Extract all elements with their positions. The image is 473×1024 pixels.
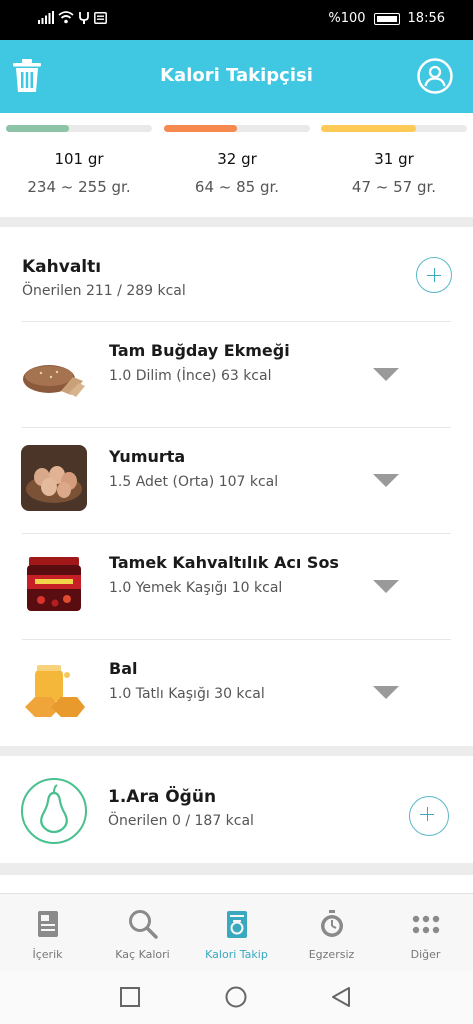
pear-icon xyxy=(21,778,87,844)
bread-icon xyxy=(21,339,87,405)
meal-recommended: Önerilen 0 / 187 kcal xyxy=(108,813,254,829)
food-detail: 1.0 Dilim (İnce) 63 kcal xyxy=(109,368,272,384)
meal-recommended: Önerilen 211 / 289 kcal xyxy=(22,283,186,299)
nav-label: Egzersiz xyxy=(308,948,355,961)
chevron-down-icon[interactable] xyxy=(373,474,399,487)
document-icon xyxy=(38,911,58,937)
macro-summary: 101 gr 234 ~ 255 gr. 32 gr 64 ~ 85 gr. 3… xyxy=(0,113,473,217)
macro-progress-bar xyxy=(164,125,310,132)
meal-header-breakfast: Kahvaltı Önerilen 211 / 289 kcal xyxy=(0,227,473,322)
nav-label: Kalori Takip xyxy=(205,948,268,961)
wifi-icon xyxy=(58,11,74,24)
section-divider xyxy=(0,746,473,756)
clock: 18:56 xyxy=(407,11,445,26)
macro-range: 47 ~ 57 gr. xyxy=(351,178,437,196)
food-detail: 1.5 Adet (Orta) 107 kcal xyxy=(109,474,279,490)
food-detail: 1.0 Tatlı Kaşığı 30 kcal xyxy=(109,686,265,702)
search-icon xyxy=(129,910,158,939)
section-divider xyxy=(0,863,473,875)
macro-progress-bar xyxy=(321,125,467,132)
nav-label: İçerik xyxy=(32,948,63,961)
battery-icon xyxy=(373,12,400,25)
chevron-down-icon[interactable] xyxy=(373,580,399,593)
section-divider xyxy=(0,217,473,227)
battery-percent: %100 xyxy=(328,11,366,26)
food-name: Tamek Kahvaltılık Acı Sos xyxy=(109,553,339,572)
nav-item-egzersiz[interactable]: Egzersiz xyxy=(284,894,379,972)
meal-header-snack: 1.Ara Öğün Önerilen 0 / 187 kcal xyxy=(0,757,473,863)
macro-value: 31 gr xyxy=(374,150,414,168)
macro-range: 234 ~ 255 gr. xyxy=(27,178,131,196)
bottom-navigation: İçerik Kaç Kalori Kalori Takip Egzersiz xyxy=(0,893,473,971)
system-navigation-bar xyxy=(0,971,473,1024)
food-name: Yumurta xyxy=(109,447,186,466)
add-food-button[interactable] xyxy=(409,796,449,836)
message-icon xyxy=(94,12,107,24)
macro-progress-bar xyxy=(6,125,152,132)
nav-item-kac-kalori[interactable]: Kaç Kalori xyxy=(95,894,190,972)
nav-label: Kaç Kalori xyxy=(115,948,170,961)
food-item[interactable]: Yumurta 1.5 Adet (Orta) 107 kcal xyxy=(0,428,473,534)
back-icon[interactable] xyxy=(331,986,351,1008)
page-title: Kalori Takipçisi xyxy=(160,65,313,86)
meal-name: Kahvaltı xyxy=(22,257,102,277)
status-icons xyxy=(38,11,107,24)
food-detail: 1.0 Yemek Kaşığı 10 kcal xyxy=(109,580,283,596)
food-item[interactable]: Bal 1.0 Tatlı Kaşığı 30 kcal xyxy=(0,640,473,746)
nav-item-kalori-takip[interactable]: Kalori Takip xyxy=(189,894,284,972)
chevron-down-icon[interactable] xyxy=(373,686,399,699)
signal-icon xyxy=(38,11,54,24)
chevron-down-icon[interactable] xyxy=(373,368,399,381)
meal-name: 1.Ara Öğün xyxy=(108,787,217,807)
scale-icon xyxy=(227,911,247,938)
macro-value: 32 gr xyxy=(217,150,257,168)
profile-icon[interactable] xyxy=(417,58,453,94)
sauce-jar-icon xyxy=(21,551,87,617)
food-item[interactable]: Tamek Kahvaltılık Acı Sos 1.0 Yemek Kaşı… xyxy=(0,534,473,640)
macro-value: 101 gr xyxy=(54,150,104,168)
macro-range: 64 ~ 85 gr. xyxy=(194,178,280,196)
home-icon[interactable] xyxy=(225,986,247,1008)
status-bar: %100 18:56 xyxy=(0,0,473,40)
egg-icon xyxy=(21,445,87,511)
add-food-button[interactable] xyxy=(416,257,452,293)
food-name: Bal xyxy=(109,659,138,678)
nav-item-icerik[interactable]: İçerik xyxy=(0,894,95,972)
food-item[interactable]: Tam Buğday Ekmeği 1.0 Dilim (İnce) 63 kc… xyxy=(0,322,473,428)
more-icon xyxy=(412,915,440,934)
nav-label: Diğer xyxy=(410,948,441,961)
notification-icon xyxy=(79,12,89,24)
nav-item-diger[interactable]: Diğer xyxy=(378,894,473,972)
recents-icon[interactable] xyxy=(120,987,140,1007)
honey-icon xyxy=(21,657,87,723)
stopwatch-icon xyxy=(321,910,343,937)
food-name: Tam Buğday Ekmeği xyxy=(109,341,290,360)
app-header: Kalori Takipçisi xyxy=(0,40,473,113)
